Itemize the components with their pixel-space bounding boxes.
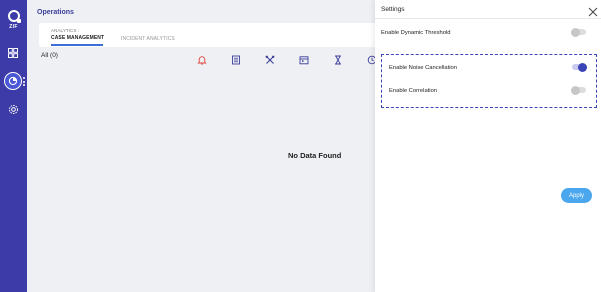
tools-icon[interactable] (265, 52, 275, 64)
list-icon[interactable] (231, 52, 241, 65)
tab-incident-analytics[interactable]: INCIDENT ANALYTICS (121, 36, 175, 42)
app-window: ZIF Operations ANALYTICS: CASE MANAGEME… (0, 0, 601, 292)
zif-logo[interactable]: ZIF (4, 10, 23, 34)
hourglass-icon[interactable] (333, 52, 343, 65)
panel-divider (375, 18, 601, 19)
tab-card: ANALYTICS : CASE MANAGEMENT INCIDENT ANA… (39, 23, 384, 47)
tab-label: CASE MANAGEMENT (51, 35, 105, 41)
bell-icon[interactable] (197, 52, 207, 65)
settings-title: Settings (381, 6, 405, 13)
toggle-knob (571, 85, 580, 95)
correlation-label: Enable Correlation (389, 88, 438, 94)
toggle-knob (578, 62, 587, 72)
tab-case-management[interactable]: ANALYTICS : CASE MANAGEMENT (51, 28, 104, 46)
dynamic-threshold-label: Enable Dynamic Threshold (381, 30, 451, 36)
apply-button[interactable]: Apply (561, 188, 592, 203)
calendar-icon[interactable] (299, 52, 309, 65)
correlation-toggle[interactable] (571, 85, 586, 95)
all-count-label[interactable]: All (0) (41, 52, 58, 59)
gear-icon[interactable] (6, 102, 20, 116)
page-title: Operations (37, 9, 74, 16)
tab-section-label: ANALYTICS : (51, 28, 80, 33)
noise-cancellation-label: Enable Noise Cancellation (389, 65, 457, 71)
sidebar: ZIF (0, 0, 27, 292)
close-icon[interactable] (588, 4, 598, 17)
logo-text: ZIF (9, 24, 18, 30)
more-options-icon[interactable] (23, 77, 25, 86)
toggle-knob (571, 27, 580, 37)
logo-mark-icon (7, 10, 21, 23)
active-tab-underline (51, 44, 103, 46)
dynamic-threshold-toggle[interactable] (571, 27, 586, 37)
settings-panel: Settings Enable Dynamic Threshold Enable… (375, 0, 601, 292)
noise-correlation-group (381, 54, 597, 108)
empty-state-message: No Data Found (288, 151, 342, 160)
dashboard-grid-icon[interactable] (6, 46, 20, 60)
analytics-pie-icon[interactable] (4, 72, 22, 90)
noise-cancellation-toggle[interactable] (572, 62, 587, 72)
